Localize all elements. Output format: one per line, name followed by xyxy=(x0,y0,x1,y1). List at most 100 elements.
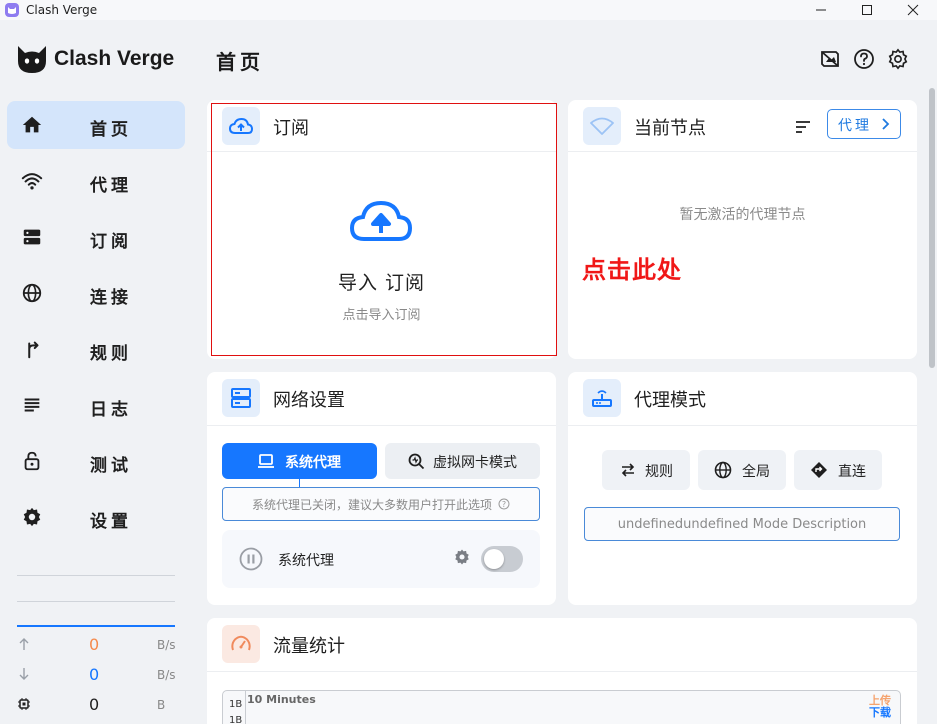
arrow-up-icon xyxy=(19,638,29,650)
laptop-icon xyxy=(258,454,274,468)
mode-label: 全局 xyxy=(742,464,770,480)
nav-item-rules[interactable]: 规则 xyxy=(7,325,185,373)
nav-label: 连接 xyxy=(90,288,132,308)
sidebar-divider xyxy=(17,575,175,576)
wifi-icon xyxy=(21,173,43,190)
card-title: 流量统计 xyxy=(273,636,345,657)
nav-item-proxies[interactable]: 代理 xyxy=(7,157,185,205)
cloud-upload-icon xyxy=(222,107,260,145)
import-subscription-title[interactable]: 导入 订阅 xyxy=(207,268,556,295)
tab-pointer xyxy=(299,479,300,487)
download-speed-row: 0 B/s xyxy=(17,665,177,685)
nav-item-connections[interactable]: 连接 xyxy=(7,269,185,317)
system-proxy-switch[interactable] xyxy=(481,546,523,572)
network-device-icon xyxy=(222,379,260,417)
page-title: 首页 xyxy=(216,50,264,74)
card-header: 订阅 xyxy=(207,100,556,152)
minimize-button[interactable] xyxy=(798,0,844,20)
go-to-proxies-button[interactable]: 代理 xyxy=(827,109,901,139)
app-cat-icon xyxy=(5,3,19,17)
storage-icon xyxy=(23,229,41,245)
nav-label: 订阅 xyxy=(90,232,132,252)
card-header: 流量统计 xyxy=(207,618,917,672)
window-title: Clash Verge xyxy=(26,3,98,17)
description-text: 系统代理已关闭，建议大多数用户打开此选项 xyxy=(251,497,492,512)
switch-knob xyxy=(484,549,504,569)
chart-y-tick: 1B xyxy=(229,715,243,724)
card-title: 代理模式 xyxy=(634,390,706,411)
tab-label: 系统代理 xyxy=(285,455,341,471)
card-title: 网络设置 xyxy=(273,390,345,411)
arrow-down-icon xyxy=(19,668,29,680)
mode-description: undefinedundefined Mode Description xyxy=(584,507,900,541)
gear-icon[interactable] xyxy=(453,548,471,566)
nav-label: 设置 xyxy=(90,512,132,532)
sort-icon[interactable] xyxy=(795,120,811,134)
chart-y-tick: 1B xyxy=(229,699,243,710)
mode-label: 规则 xyxy=(645,464,673,480)
proxy-mode-card: 代理模式 规则 全局 直连 undefinedundefined Mode De… xyxy=(568,372,917,605)
search-scan-icon xyxy=(408,453,425,470)
help-circle-icon[interactable]: ? xyxy=(498,498,510,510)
mode-direct-button[interactable]: 直连 xyxy=(794,450,882,490)
nav-item-settings[interactable]: 设置 xyxy=(7,493,185,541)
card-header: 当前节点 代理 xyxy=(568,100,917,152)
memory-usage-unit: B xyxy=(157,698,166,712)
click-here-annotation: 点击此处 xyxy=(582,256,682,284)
memory-usage-row: 0 B xyxy=(17,695,177,715)
no-active-node-text: 暂无激活的代理节点 xyxy=(679,207,806,223)
cat-logo-icon xyxy=(16,43,48,75)
traffic-chart: 10 Minutes 1B 1B 上传 下载 xyxy=(222,690,901,724)
download-speed-value: 0 xyxy=(89,665,100,684)
card-header: 网络设置 xyxy=(207,372,556,426)
import-cloud-icon[interactable] xyxy=(349,197,414,243)
nav-item-profiles[interactable]: 订阅 xyxy=(7,213,185,261)
memory-usage-value: 0 xyxy=(89,695,100,714)
card-title: 当前节点 xyxy=(634,118,706,139)
card-title: 订阅 xyxy=(273,118,309,139)
tab-system-proxy[interactable]: 系统代理 xyxy=(222,443,377,479)
system-proxy-description: 系统代理已关闭，建议大多数用户打开此选项 ? xyxy=(222,487,540,521)
network-settings-card: 网络设置 系统代理 虚拟网卡模式 系统代理已关闭，建议大多数用户打开此选项 ? … xyxy=(207,372,556,605)
mode-global-button[interactable]: 全局 xyxy=(698,450,786,490)
main-scrollbar[interactable] xyxy=(929,88,935,368)
close-button[interactable] xyxy=(890,0,936,20)
help-circle-icon[interactable] xyxy=(853,48,875,70)
mode-description-text: undefinedundefined Mode Description xyxy=(617,516,867,532)
pause-circle-icon xyxy=(239,547,263,571)
subscription-card: 订阅 导入 订阅 点击导入订阅 xyxy=(207,100,556,359)
chart-legend-download: 下载 xyxy=(869,706,891,719)
nav-label: 代理 xyxy=(90,176,132,196)
import-subscription-hint: 点击导入订阅 xyxy=(342,308,421,323)
mode-label: 直连 xyxy=(838,464,866,480)
sidebar: Clash Verge 首页 代理 订阅 连接 规则 日志 测试 设置 0 B/… xyxy=(0,20,192,724)
wallpaper-icon[interactable] xyxy=(819,48,841,70)
current-node-card: 当前节点 代理 暂无激活的代理节点 xyxy=(568,100,917,359)
maximize-button[interactable] xyxy=(844,0,890,20)
nav-label: 测试 xyxy=(90,456,132,476)
gear-icon[interactable] xyxy=(887,48,909,70)
chart-range-label: 10 Minutes xyxy=(247,693,316,706)
mode-rule-button[interactable]: 规则 xyxy=(602,450,690,490)
gear-icon xyxy=(23,507,41,527)
logo-text: Clash Verge xyxy=(54,47,175,70)
upload-speed-unit: B/s xyxy=(157,638,176,652)
svg-text:?: ? xyxy=(502,500,506,509)
title-bar: Clash Verge xyxy=(0,0,937,20)
upload-speed-value: 0 xyxy=(89,635,100,654)
fork-arrow-icon xyxy=(28,341,39,359)
nav-label: 首页 xyxy=(90,120,132,140)
direction-sign-icon xyxy=(811,462,827,478)
nav-item-home[interactable]: 首页 xyxy=(7,101,185,149)
tab-tun-mode[interactable]: 虚拟网卡模式 xyxy=(385,443,540,479)
speedometer-icon xyxy=(222,625,260,663)
list-lines-icon xyxy=(24,398,40,412)
nav-item-test[interactable]: 测试 xyxy=(7,437,185,485)
card-header: 代理模式 xyxy=(568,372,917,426)
router-icon xyxy=(583,379,621,417)
globe-icon xyxy=(714,461,732,479)
proxy-button-label: 代理 xyxy=(838,118,872,134)
nav-item-logs[interactable]: 日志 xyxy=(7,381,185,429)
lock-icon xyxy=(24,451,40,471)
swap-arrows-icon xyxy=(621,463,635,477)
